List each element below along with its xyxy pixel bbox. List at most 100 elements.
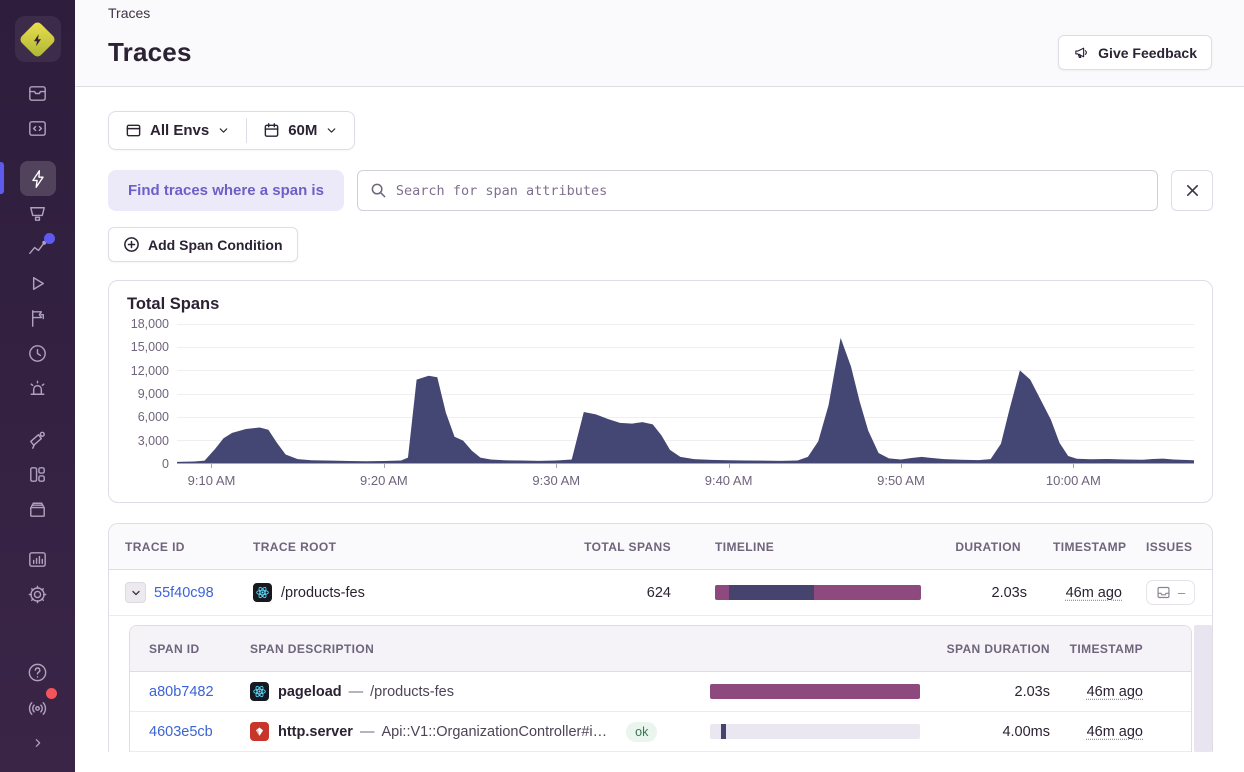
search-input[interactable] [395, 182, 1145, 199]
collapse-chevron-icon [35, 738, 40, 747]
span-description: Api::V1::OrganizationController#i… [381, 723, 608, 740]
traces-table-header: TRACE ID TRACE ROOT TOTAL SPANS TIMELINE… [109, 524, 1212, 570]
x-axis-tick-label: 9:40 AM [704, 473, 753, 488]
sidebar-item-discover[interactable] [20, 422, 56, 457]
span-op: http.server [278, 723, 353, 740]
span-attributes-search[interactable] [356, 170, 1158, 211]
span-table-header: SPAN ID SPAN DESCRIPTION SPAN DURATION T… [130, 626, 1191, 672]
column-header-trace-id: TRACE ID [125, 539, 185, 554]
span-duration: 4.00ms [1002, 723, 1050, 740]
sidebar-item-profiles[interactable] [20, 196, 56, 231]
span-id-link[interactable]: a80b7482 [149, 684, 214, 700]
insights-notification-dot [43, 233, 55, 244]
total-spans-chart-panel: Total Spans 0 3,000 6,000 9,000 12,000 15,000… [108, 280, 1213, 503]
span-row: 4603e5cb http.server — Api::V1::Organizati… [130, 712, 1191, 752]
trace-timestamp[interactable]: 46m ago [1066, 585, 1122, 601]
give-feedback-label: Give Feedback [1098, 44, 1197, 61]
add-span-condition-label: Add Span Condition [148, 236, 283, 253]
column-header-span-description: SPAN DESCRIPTION [250, 641, 375, 656]
y-axis-tick-label: 9,000 [137, 387, 169, 401]
sidebar-item-whats-new[interactable] [20, 688, 57, 725]
chart-y-axis-labels: 0 3,000 6,000 9,000 12,000 15,000 18,000 [127, 317, 177, 471]
span-op: pageload [278, 683, 342, 700]
dash-separator: — [359, 723, 375, 740]
span-timestamp[interactable]: 46m ago [1087, 684, 1143, 700]
chart-title: Total Spans [127, 295, 220, 313]
span-duration-bar[interactable] [710, 724, 920, 739]
span-table: SPAN ID SPAN DESCRIPTION SPAN DURATION T… [129, 625, 1192, 752]
total-spans-area [177, 337, 1194, 463]
span-duration-bar[interactable] [710, 684, 920, 699]
trace-duration: 2.03s [991, 584, 1027, 601]
x-axis-tick-label: 9:20 AM [359, 473, 408, 488]
alerts-siren-icon [30, 380, 45, 395]
sidebar-item-traces[interactable] [19, 161, 56, 196]
column-header-timeline: TIMELINE [715, 539, 775, 554]
environment-filter-label: All Envs [150, 122, 210, 139]
issues-icon [29, 86, 46, 101]
x-axis-tick-label: 9:30 AM [532, 473, 581, 488]
sidebar-item-replays[interactable] [20, 266, 56, 301]
trace-root-name[interactable]: /products-fes [281, 585, 365, 601]
whats-new-notification-dot [45, 688, 57, 699]
sidebar-item-insights[interactable] [20, 231, 56, 266]
help-icon [28, 663, 47, 682]
trace-id-link[interactable]: 55f40c98 [154, 585, 214, 601]
breadcrumb[interactable]: Traces [108, 4, 1212, 35]
react-icon [253, 583, 272, 602]
chevron-down-icon [131, 590, 140, 595]
column-header-total-spans: TOTAL SPANS [584, 539, 671, 554]
trace-issues-pill[interactable]: – [1146, 580, 1196, 605]
time-period-filter-label: 60M [288, 122, 318, 139]
give-feedback-button[interactable]: Give Feedback [1058, 35, 1212, 70]
chart-x-axis-labels: 9:10 AM 9:20 AM 9:30 AM 9:40 AM 9:50 AM 10:00… [177, 464, 1194, 490]
trace-total-spans: 624 [646, 584, 671, 601]
sidebar-item-projects[interactable] [20, 492, 56, 527]
archive-box-icon [30, 502, 45, 517]
environment-filter[interactable]: All Envs [109, 112, 246, 149]
column-header-span-id: SPAN ID [149, 641, 200, 656]
sidebar-item-stats[interactable] [20, 542, 56, 577]
page-title: Traces [108, 37, 192, 67]
add-span-condition-button[interactable]: Add Span Condition [108, 227, 298, 262]
sidebar-collapse-button[interactable] [20, 725, 56, 760]
sidebar-item-alerts[interactable] [20, 371, 56, 406]
column-header-issues: ISSUES [1146, 539, 1193, 554]
traces-table-panel: TRACE ID TRACE ROOT TOTAL SPANS TIMELINE… [108, 523, 1213, 752]
trace-timeline-bar[interactable] [715, 585, 921, 600]
discover-icon [30, 431, 45, 449]
sidebar-item-feedback[interactable] [20, 301, 56, 336]
y-axis-tick-label: 15,000 [130, 340, 169, 355]
span-section: SPAN ID SPAN DESCRIPTION SPAN DURATION T… [129, 625, 1212, 752]
sidebar-item-issues[interactable] [20, 76, 56, 111]
org-logo[interactable] [14, 16, 61, 62]
span-status-badge: ok [626, 721, 658, 742]
y-axis-tick-label: 3,000 [137, 433, 169, 448]
time-period-filter[interactable]: 60M [247, 112, 354, 149]
span-table-scrollbar[interactable] [1194, 625, 1212, 752]
chevron-down-icon [328, 128, 336, 133]
active-nav-indicator [0, 162, 4, 194]
sidebar-item-releases[interactable] [20, 336, 56, 371]
sidebar-item-settings[interactable] [20, 577, 56, 612]
span-duration: 2.03s [1014, 683, 1050, 700]
clear-search-button[interactable] [1171, 170, 1213, 211]
x-axis-tick-label: 9:50 AM [877, 473, 925, 488]
feedback-flag-icon [31, 310, 44, 327]
total-spans-chart: 0 3,000 6,000 9,000 12,000 15,000 18,000 [127, 317, 1194, 471]
y-axis-tick-label: 6,000 [137, 410, 169, 425]
chart-plot-area[interactable] [177, 324, 1194, 468]
span-description: /products-fes [370, 683, 454, 700]
span-timestamp[interactable]: 46m ago [1087, 724, 1143, 740]
collapse-trace-button[interactable] [125, 582, 146, 603]
search-icon [371, 183, 386, 198]
sidebar-item-help[interactable] [20, 655, 56, 690]
span-id-link[interactable]: 4603e5cb [149, 724, 213, 740]
sidebar-item-explore[interactable] [20, 111, 56, 146]
sidebar-item-dashboards[interactable] [20, 457, 56, 492]
dashboards-icon [30, 467, 45, 482]
projects-icon [30, 207, 45, 221]
y-axis-tick-label: 0 [162, 457, 169, 471]
issues-inbox-icon [1157, 586, 1170, 599]
column-header-trace-root: TRACE ROOT [253, 539, 337, 554]
